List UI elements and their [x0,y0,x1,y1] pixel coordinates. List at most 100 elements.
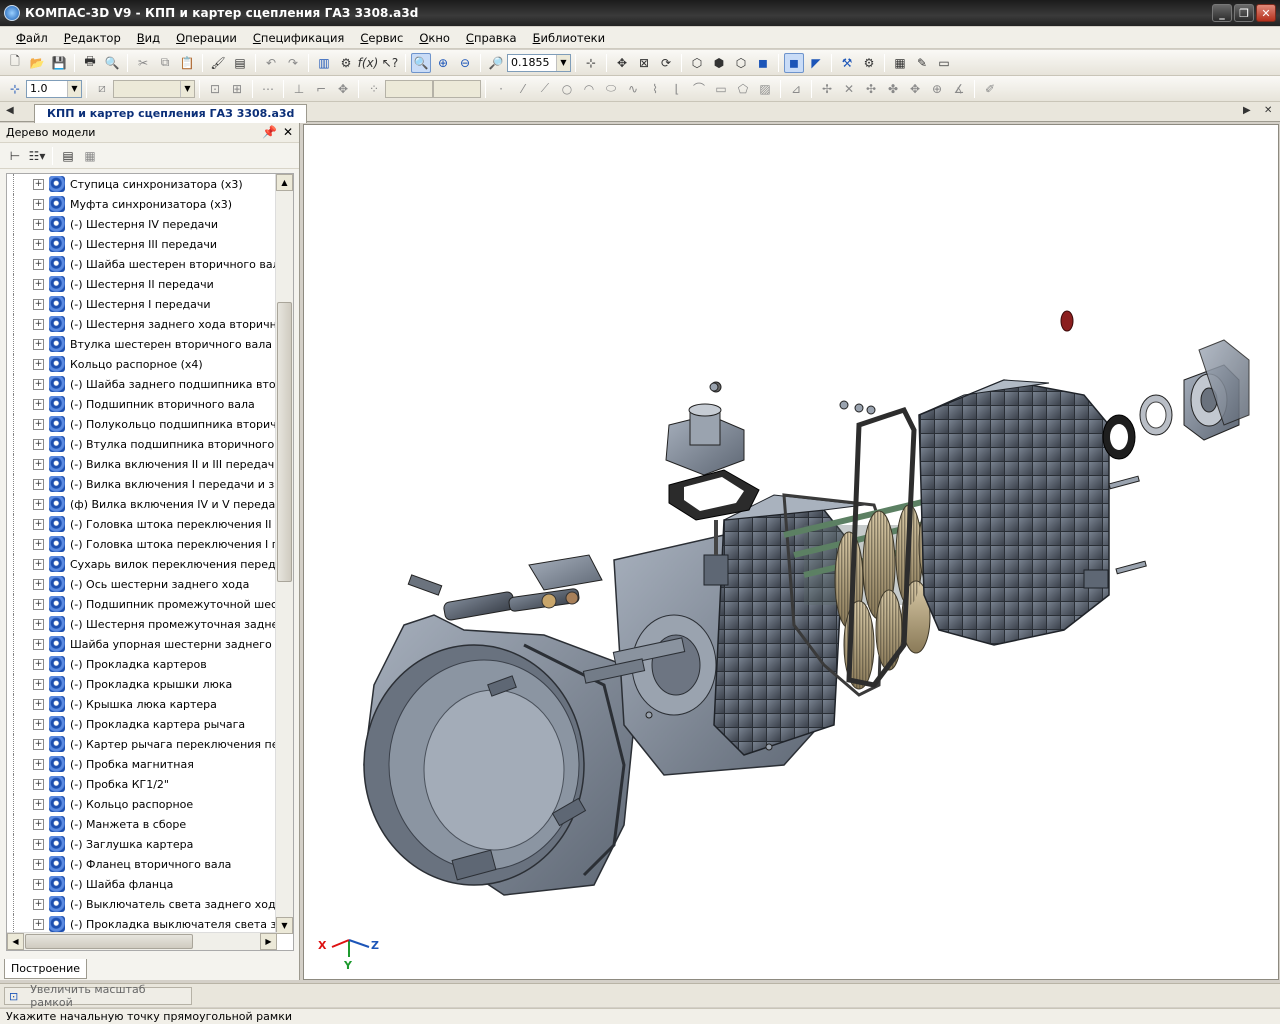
tab-scroll-left-icon[interactable]: ◀ [6,105,14,116]
tree-item[interactable]: + (-) Шестерня промежуточная заднего [7,614,275,634]
shaded-edges-icon[interactable]: ◼ [784,52,804,73]
geometry-chamfer-icon[interactable]: ⌊ [667,79,687,99]
expand-icon[interactable]: + [33,258,44,270]
tree-item[interactable]: + Сухарь вилок переключения передач [7,554,275,574]
expand-icon[interactable]: + [33,598,44,610]
rotate-icon[interactable]: ⟳ [656,53,676,73]
paste-icon[interactable]: 📋 [177,53,197,73]
zoom-in-icon[interactable]: ⊕ [433,53,453,73]
scroll-up-icon[interactable]: ▲ [276,174,293,191]
coord-y-field[interactable] [433,79,481,98]
grid-icon[interactable]: ⋯ [258,79,278,99]
scroll-right-icon[interactable]: ▶ [260,933,277,950]
tree-item[interactable]: + (-) Прокладка картеров [7,654,275,674]
snap-mid-icon[interactable]: ✥ [905,79,925,99]
edit-pen-icon[interactable]: ✐ [980,79,1000,99]
tree-item[interactable]: + Кольцо распорное (x4) [7,354,275,374]
tree-item[interactable]: + (-) Шайба заднего подшипника вторич [7,374,275,394]
expand-icon[interactable]: + [33,558,44,570]
local-cs-icon[interactable]: ⊹ [5,79,25,99]
tab-scroll-right-icon[interactable]: ▶ [1243,105,1251,116]
expand-icon[interactable]: + [33,698,44,710]
tree-item[interactable]: + (-) Прокладка выключателя света зад [7,914,275,934]
expand-icon[interactable]: + [33,418,44,430]
assembly-icon[interactable]: ⚒ [837,53,857,73]
menu-specification[interactable]: Спецификация [245,31,352,45]
expand-icon[interactable]: + [33,298,44,310]
tree-item[interactable]: + (-) Фланец вторичного вала [7,854,275,874]
geometry-fillet-icon[interactable]: ⌒ [689,79,709,99]
tree-item[interactable]: + (-) Пробка КГ1/2" [7,774,275,794]
expand-icon[interactable]: + [33,818,44,830]
zoom-window-icon[interactable]: 🔍 [411,52,431,73]
tree-item[interactable]: + (-) Втулка подшипника вторичного вал [7,434,275,454]
expand-icon[interactable]: + [33,578,44,590]
tree-item[interactable]: + (-) Подшипник вторичного вала [7,394,275,414]
expand-icon[interactable]: + [33,438,44,450]
model-tree[interactable]: + Ступица синхронизатора (x3) + Муфта синхр… [6,173,294,951]
hidden-lines-icon[interactable]: ⬢ [709,53,729,73]
spec-icon[interactable]: ▤ [230,53,250,73]
wireframe-icon[interactable]: ⬡ [687,53,707,73]
scroll-thumb[interactable] [277,302,292,582]
tab-close-icon[interactable]: ✕ [1264,105,1272,116]
tree-item[interactable]: + (-) Прокладка крышки люка [7,674,275,694]
expand-icon[interactable]: + [33,778,44,790]
scroll-down-icon[interactable]: ▼ [276,917,293,934]
snap-icon[interactable]: ⌐ [311,79,331,99]
tree-item[interactable]: + (-) Шайба шестерен вторичного вала [7,254,275,274]
expand-icon[interactable]: + [33,498,44,510]
geometry-hatch-icon[interactable]: ▨ [755,79,775,99]
minimize-button[interactable]: _ [1212,4,1232,22]
expand-icon[interactable]: + [33,918,44,930]
tree-item[interactable]: + (-) Крышка люка картера [7,694,275,714]
expand-icon[interactable]: + [33,738,44,750]
tree-item[interactable]: + (-) Шестерня III передачи [7,234,275,254]
tree-item[interactable]: + (-) Шестерня II передачи [7,274,275,294]
print-preview-icon[interactable]: 🔍 [102,53,122,73]
expand-icon[interactable]: + [33,878,44,890]
tree-vertical-scrollbar[interactable]: ▲ ▼ [275,174,293,934]
tree-item[interactable]: + (-) Картер рычага переключения пере [7,734,275,754]
expand-icon[interactable]: + [33,838,44,850]
tree-item[interactable]: + (-) Головка штока переключения II и I [7,514,275,534]
expand-icon[interactable]: + [33,398,44,410]
tree-item[interactable]: + (-) Вилка включения I передачи и зад [7,474,275,494]
tree-item[interactable]: + (-) Кольцо распорное [7,794,275,814]
tree-view-mode-icon[interactable]: ☷▾ [27,146,47,166]
geometry-point-icon[interactable]: · [491,79,511,99]
menu-file[interactable]: Файл [8,31,56,45]
menu-service[interactable]: Сервис [352,31,411,45]
geometry-line-icon[interactable]: ⁄ [513,79,533,99]
new-document-icon[interactable]: 🗋 [5,53,25,73]
zoom-out-icon[interactable]: ⊖ [455,53,475,73]
panel-close-icon[interactable]: ✕ [283,125,293,139]
tree-item[interactable]: + (-) Полукольцо подшипника вторично [7,414,275,434]
expand-icon[interactable]: + [33,798,44,810]
ortho-icon[interactable]: ⊥ [289,79,309,99]
tree-item[interactable]: + (-) Шайба фланца [7,874,275,894]
expand-icon[interactable]: + [33,898,44,910]
tree-horizontal-scrollbar[interactable]: ◀ ▶ [7,932,277,950]
tree-item[interactable]: + (-) Пробка магнитная [7,754,275,774]
expand-icon[interactable]: + [33,718,44,730]
tree-item[interactable]: + (-) Прокладка картера рычага [7,714,275,734]
expand-icon[interactable]: + [33,518,44,530]
chevron-down-icon[interactable]: ▼ [180,80,194,97]
expand-icon[interactable]: + [33,378,44,390]
tree-manager-icon[interactable]: ▥ [314,53,334,73]
close-button[interactable]: ✕ [1256,4,1276,22]
tree-item[interactable]: + Ступица синхронизатора (x3) [7,174,275,194]
expand-icon[interactable]: + [33,358,44,370]
cursor-icon[interactable]: ✥ [333,79,353,99]
expand-icon[interactable]: + [33,858,44,870]
expand-icon[interactable]: + [33,178,44,190]
current-command[interactable]: ⊡ Увеличить масштаб рамкой [4,983,192,1009]
component-icon[interactable]: ⚙ [859,53,879,73]
redo-icon[interactable]: ↷ [283,53,303,73]
tab-build[interactable]: Построение [4,959,88,979]
expand-icon[interactable]: + [33,638,44,650]
snap-intersect-icon[interactable]: ✕ [839,79,859,99]
zoom-scale-icon[interactable]: 🔎 [486,53,506,73]
coord-x-field[interactable] [385,79,433,98]
